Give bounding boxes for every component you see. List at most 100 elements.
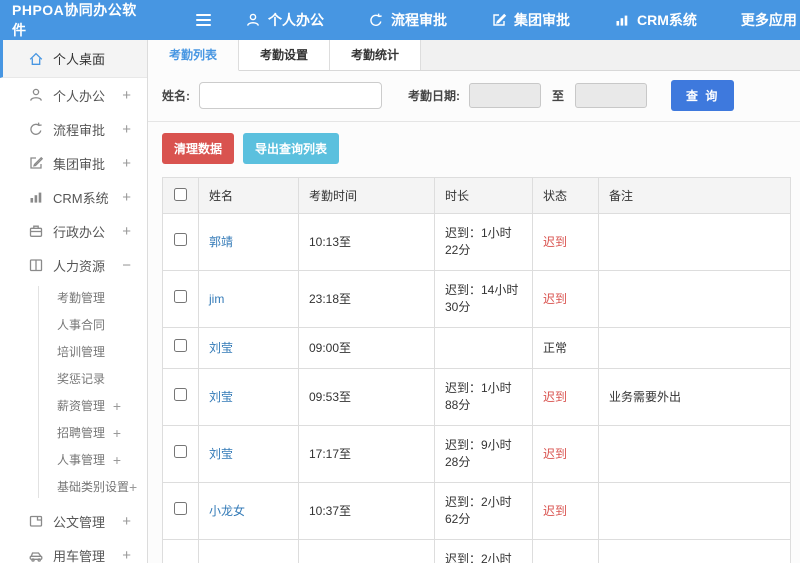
remark-cell [598, 482, 791, 540]
table-row: 刘莹 17:17至 迟到：9小时28分 迟到 [162, 425, 791, 483]
sidebar-subitem-attendance-mgmt[interactable]: 考勤管理 [0, 284, 147, 311]
table-row: 小龙女 10:37至 迟到：2小时62分 迟到 [162, 482, 791, 540]
status-text: 迟到 [543, 234, 568, 249]
row-checkbox[interactable] [174, 233, 187, 246]
nav-item-more-apps[interactable]: 更多应用 [741, 10, 800, 30]
sidebar-item-label: 流程审批 [53, 122, 106, 138]
sidebar-subitem-training-mgmt[interactable]: 培训管理 [0, 338, 147, 365]
table-row: 郭靖 10:13至 迟到：1小时22分 迟到 [162, 213, 791, 271]
export-list-button[interactable]: 导出查询列表 [243, 133, 340, 164]
expand-sign: + [129, 478, 138, 495]
sidebar-subitem-reward-punishment[interactable]: 奖惩记录 [0, 365, 147, 392]
tab-attendance-list[interactable]: 考勤列表 [148, 40, 240, 71]
remark-cell [598, 213, 791, 271]
submenu-item-label: 考勤管理 [57, 291, 106, 305]
name-label: 姓名: [162, 89, 190, 103]
nav-item-workflow-approval[interactable]: 流程审批 [368, 10, 447, 30]
document-icon [28, 513, 44, 529]
sidebar-item-document-mgmt[interactable]: 公文管理 + [0, 504, 147, 538]
sidebar-item-hr[interactable]: 人力资源 − [0, 248, 147, 282]
sidebar-subitem-hr-contract[interactable]: 人事合同 [0, 311, 147, 338]
nav-item-label: 更多应用 [740, 12, 797, 28]
briefcase-icon [28, 223, 44, 239]
chart-icon [28, 189, 44, 205]
submenu-item-label: 人事合同 [57, 318, 106, 332]
sidebar-item-desktop[interactable]: 个人桌面 [0, 40, 147, 78]
nav-item-personal-office[interactable]: 个人办公 [245, 10, 324, 30]
sidebar-item-crm[interactable]: CRM系统 + [0, 180, 147, 214]
employee-name-link[interactable]: 郭靖 [209, 235, 233, 249]
sidebar-item-label: 人力资源 [53, 258, 106, 274]
employee-name-link[interactable]: 刘莹 [209, 341, 233, 355]
hr-submenu: 考勤管理 人事合同 培训管理 奖惩记录 薪资管理 + 招聘管理 + 人事管理 +… [0, 282, 147, 504]
chart-icon [614, 12, 630, 28]
sidebar-item-label: 集团审批 [53, 156, 106, 172]
date-from-input[interactable] [469, 83, 541, 108]
process-icon [28, 121, 44, 137]
sidebar-item-label: CRM系统 [53, 190, 109, 206]
duration-cell: 迟到：14小时30分 [434, 270, 533, 328]
col-header-time: 考勤时间 [298, 177, 435, 214]
date-to-input[interactable] [575, 83, 648, 108]
select-all-checkbox[interactable] [174, 187, 187, 201]
nav-item-group-approval[interactable]: 集团审批 [491, 10, 570, 30]
duration-line: 迟到：2小时90分 [445, 552, 512, 563]
sidebar-item-personal-office[interactable]: 个人办公 + [0, 78, 147, 112]
tab-bar: 考勤列表 考勤设置 考勤统计 [148, 40, 800, 71]
submenu-item-label: 培训管理 [57, 345, 106, 359]
sidebar-item-label: 个人办公 [53, 88, 106, 104]
expand-sign: + [122, 188, 131, 206]
attendance-time: 10:54至10:54 [298, 539, 435, 563]
tab-attendance-stats[interactable]: 考勤统计 [330, 40, 422, 70]
table-header-row: 姓名 考勤时间 时长 状态 备注 [162, 177, 791, 214]
sidebar-item-label: 用车管理 [53, 548, 106, 563]
sidebar-item-workflow-approval[interactable]: 流程审批 + [0, 112, 147, 146]
sidebar-subitem-base-category-settings[interactable]: 基础类别设置 + [0, 473, 147, 500]
submenu-item-label: 基础类别设置 [57, 480, 130, 494]
duration-cell: 迟到：9小时28分 [434, 425, 533, 483]
nav-item-label: 个人办公 [268, 12, 324, 28]
row-checkbox[interactable] [174, 445, 187, 458]
submenu-item-label: 奖惩记录 [57, 372, 106, 386]
sidebar-item-vehicle-mgmt[interactable]: 用车管理 + [0, 538, 147, 563]
sidebar-subitem-salary-mgmt[interactable]: 薪资管理 + [0, 392, 147, 419]
status-text: 迟到 [543, 389, 568, 404]
attendance-table: 姓名 考勤时间 时长 状态 备注 郭靖 10:13至 迟到：1小时22分 迟到 [162, 177, 791, 563]
status-text: 正常 [543, 340, 568, 355]
edit-icon [491, 12, 507, 28]
employee-name-link[interactable]: 刘莹 [209, 390, 233, 404]
expand-sign: − [122, 256, 131, 274]
row-checkbox[interactable] [174, 502, 187, 515]
name-input[interactable] [199, 82, 382, 109]
employee-name-link[interactable]: 小龙女 [209, 504, 245, 518]
remark-cell [598, 270, 791, 328]
sidebar-subitem-recruit-mgmt[interactable]: 招聘管理 + [0, 419, 147, 446]
attendance-time: 09:53至 [298, 368, 435, 426]
row-checkbox[interactable] [174, 290, 187, 303]
menu-icon[interactable] [196, 14, 211, 26]
employee-name-link[interactable]: jim [209, 292, 224, 306]
submenu-item-label: 人事管理 [57, 453, 106, 467]
attendance-date-label: 考勤日期: [408, 89, 460, 103]
sidebar-subitem-personnel-mgmt[interactable]: 人事管理 + [0, 446, 147, 473]
expand-sign: + [122, 154, 131, 172]
row-checkbox[interactable] [174, 339, 187, 352]
top-nav: 个人办公 流程审批 集团审批 CRM系统 更多应用 [245, 10, 800, 30]
process-icon [368, 12, 384, 28]
employee-name-link[interactable]: 刘莹 [209, 447, 233, 461]
status-text: 迟到 [543, 446, 568, 461]
duration-line: 迟到：2小时62分 [445, 495, 512, 526]
clear-data-button[interactable]: 清理数据 [162, 133, 235, 164]
sidebar-item-label: 个人桌面 [53, 52, 106, 67]
row-checkbox[interactable] [174, 388, 187, 401]
table-row: 刘莹 09:53至 迟到：1小时88分 迟到 业务需要外出 [162, 368, 791, 426]
edit-icon [28, 155, 44, 171]
sidebar-item-admin-office[interactable]: 行政办公 + [0, 214, 147, 248]
sidebar-item-group-approval[interactable]: 集团审批 + [0, 146, 147, 180]
tab-attendance-settings[interactable]: 考勤设置 [239, 40, 331, 70]
sidebar-item-label: 行政办公 [53, 224, 106, 240]
status-text: 迟到 [543, 503, 568, 518]
nav-item-crm[interactable]: CRM系统 [614, 10, 697, 30]
query-button[interactable]: 查 询 [671, 80, 735, 111]
col-header-status: 状态 [532, 177, 599, 214]
